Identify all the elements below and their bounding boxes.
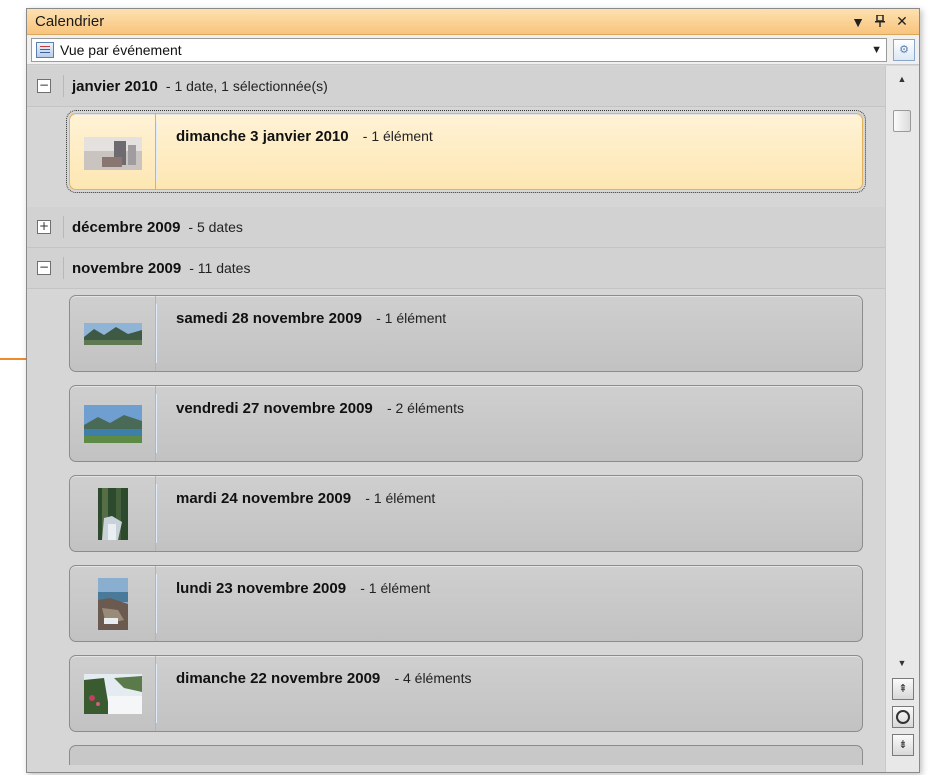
date-title: lundi 23 novembre 2009 xyxy=(176,580,347,597)
photo-thumbnail-icon xyxy=(83,404,142,443)
date-card[interactable]: samedi 28 novembre 2009 - 1 élément xyxy=(69,295,863,372)
date-text: lundi 23 novembre 2009 - 1 élément xyxy=(156,566,430,597)
collapse-icon[interactable]: − xyxy=(37,79,51,93)
double-chevron-down-icon: ⇟ xyxy=(898,738,908,751)
thumbnail-frame xyxy=(70,386,157,461)
panel-title: Calendrier xyxy=(35,13,105,30)
group-title: décembre 2009 xyxy=(72,218,181,236)
date-title: samedi 28 novembre 2009 xyxy=(176,310,362,327)
pin-icon[interactable] xyxy=(871,13,889,30)
photo-thumbnail-icon xyxy=(97,577,128,630)
date-title: mardi 24 novembre 2009 xyxy=(176,490,352,507)
group-header-november-2009[interactable]: − novembre 2009 - 11 dates xyxy=(27,248,885,289)
thumbnail-frame xyxy=(70,566,157,641)
scroll-down-icon[interactable]: ▼ xyxy=(892,654,912,672)
date-count: - 1 élément xyxy=(362,128,433,144)
date-card[interactable]: lundi 23 novembre 2009 - 1 élément xyxy=(69,565,863,642)
thumbnail-frame xyxy=(70,476,157,551)
date-text: vendredi 27 novembre 2009 - 2 éléments xyxy=(156,386,464,417)
date-text: mardi 24 novembre 2009 - 1 élément xyxy=(156,476,435,507)
chevron-down-icon: ▼ xyxy=(871,43,882,56)
group-header-december-2009[interactable]: + décembre 2009 - 5 dates xyxy=(27,207,885,248)
scroll-to-selection-button[interactable] xyxy=(892,706,914,728)
view-mode-label: Vue par événement xyxy=(60,41,182,58)
date-text: dimanche 22 novembre 2009 - 4 éléments xyxy=(156,656,471,687)
calendar-panel: Calendrier ▼ ✕ Vue par événement ▼ ⚙ − j… xyxy=(26,8,920,773)
group-title: janvier 2010 xyxy=(72,77,158,95)
double-chevron-up-icon: ⇞ xyxy=(898,682,908,695)
date-card[interactable] xyxy=(69,745,863,765)
thumbnail-frame xyxy=(70,656,157,731)
group-dates: dimanche 3 janvier 2010 - 1 élément xyxy=(27,107,885,207)
settings-icon: ⚙ xyxy=(899,44,909,56)
group-dates: samedi 28 novembre 2009 - 1 élément vend… xyxy=(27,289,885,769)
date-count: - 2 éléments xyxy=(386,400,464,416)
date-count: - 1 élément xyxy=(365,490,436,506)
circle-icon xyxy=(896,710,910,724)
group-separator xyxy=(63,75,64,97)
calendar-list: − janvier 2010 - 1 date, 1 sélectionnée(… xyxy=(27,66,885,772)
date-text: samedi 28 novembre 2009 - 1 élément xyxy=(156,296,446,327)
group-separator xyxy=(63,216,64,238)
group-count: - 11 dates xyxy=(189,260,251,276)
panel-titlebar: Calendrier ▼ ✕ xyxy=(27,9,919,35)
dropdown-menu-icon[interactable]: ▼ xyxy=(849,14,867,30)
photo-thumbnail-icon xyxy=(97,487,128,540)
date-title: dimanche 3 janvier 2010 xyxy=(176,128,349,145)
date-count: - 4 éléments xyxy=(394,670,472,686)
thumbnail-frame xyxy=(70,114,157,189)
date-count: - 1 élément xyxy=(360,580,431,596)
date-card[interactable]: dimanche 22 novembre 2009 - 4 éléments xyxy=(69,655,863,732)
expand-icon[interactable]: + xyxy=(37,220,51,234)
panel-content: − janvier 2010 - 1 date, 1 sélectionnée(… xyxy=(27,66,919,772)
collapse-icon[interactable]: − xyxy=(37,261,51,275)
date-card[interactable]: mardi 24 novembre 2009 - 1 élément xyxy=(69,475,863,552)
settings-button[interactable]: ⚙ xyxy=(893,38,915,61)
calendar-view-icon xyxy=(36,41,54,58)
date-card[interactable]: dimanche 3 janvier 2010 - 1 élément xyxy=(66,110,866,193)
view-mode-select[interactable]: Vue par événement ▼ xyxy=(31,37,887,62)
thumbnail-frame xyxy=(70,296,157,371)
date-text: dimanche 3 janvier 2010 - 1 élément xyxy=(156,114,433,145)
scroll-to-top-button[interactable]: ⇞ xyxy=(892,678,914,700)
scroll-to-bottom-button[interactable]: ⇟ xyxy=(892,734,914,756)
photo-thumbnail-icon xyxy=(83,136,142,170)
group-title: novembre 2009 xyxy=(72,259,182,277)
scroll-thumb[interactable] xyxy=(893,110,911,132)
date-title: vendredi 27 novembre 2009 xyxy=(176,400,373,417)
panel-toolbar: Vue par événement ▼ ⚙ xyxy=(27,35,919,65)
scroll-up-icon[interactable]: ▲ xyxy=(892,70,912,88)
group-count: - 5 dates xyxy=(188,219,243,235)
group-separator xyxy=(63,257,64,279)
date-title: dimanche 22 novembre 2009 xyxy=(176,670,381,687)
vertical-scrollbar[interactable]: ▲ ▼ ⇞ ⇟ xyxy=(885,66,919,772)
date-count: - 1 élément xyxy=(376,310,447,326)
group-header-january-2010[interactable]: − janvier 2010 - 1 date, 1 sélectionnée(… xyxy=(27,66,885,107)
photo-thumbnail-icon xyxy=(83,322,142,345)
photo-thumbnail-icon xyxy=(83,673,142,714)
group-count: - 1 date, 1 sélectionnée(s) xyxy=(165,78,328,94)
date-card[interactable]: vendredi 27 novembre 2009 - 2 éléments xyxy=(69,385,863,462)
close-icon[interactable]: ✕ xyxy=(893,13,911,30)
